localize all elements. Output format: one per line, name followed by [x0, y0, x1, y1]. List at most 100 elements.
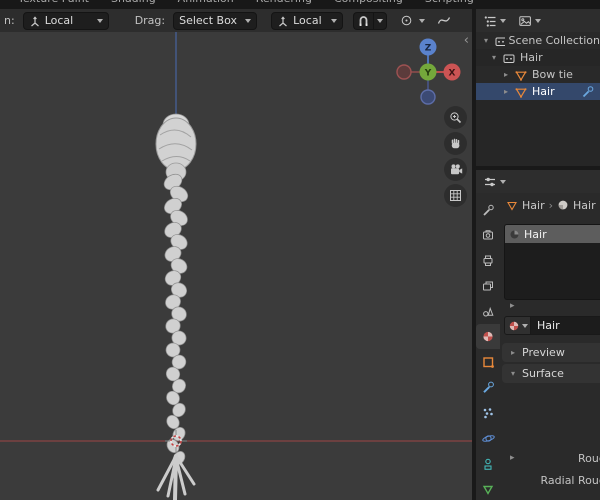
- svg-text:Z: Z: [425, 44, 432, 54]
- chevron-down-icon: [331, 18, 338, 23]
- proportional-options-dropdown[interactable]: [416, 12, 428, 30]
- tab-scene[interactable]: [476, 299, 500, 324]
- panel-header-surface[interactable]: ▾ Surface: [502, 364, 600, 383]
- outliner-row-hair-collection[interactable]: ▾ Hair: [476, 49, 600, 66]
- scene-icon: [483, 307, 494, 317]
- material-sphere-icon: [558, 200, 568, 210]
- disclosure-right-icon[interactable]: ▸: [502, 87, 510, 96]
- snap-options-dropdown[interactable]: [373, 11, 388, 30]
- falloff-dropdown[interactable]: [434, 12, 454, 30]
- outliner-item-label: Bow tie: [532, 68, 573, 81]
- panel-label: Surface: [522, 367, 564, 380]
- grid-icon: [450, 190, 461, 201]
- tab-material[interactable]: [476, 323, 500, 350]
- viewport-3d[interactable]: Z X Y ‹: [0, 32, 472, 500]
- material-sphere-icon: [510, 230, 519, 238]
- hair-braid-mesh[interactable]: [155, 113, 197, 500]
- tab-view-layer[interactable]: [476, 273, 500, 298]
- svg-text:X: X: [449, 69, 456, 79]
- properties-editor-type-dropdown[interactable]: [483, 175, 506, 189]
- chevron-down-icon: [521, 323, 528, 328]
- modifier-wrench-icon: [582, 86, 594, 98]
- workspace-tab-animation[interactable]: Animation: [178, 0, 234, 5]
- outliner-item-label: Scene Collection: [508, 34, 600, 47]
- breadcrumb-material[interactable]: Hair: [573, 199, 596, 212]
- gizmo-x-axis[interactable]: X: [443, 63, 461, 81]
- svg-text:Y: Y: [424, 69, 432, 79]
- object-icon: [483, 357, 494, 368]
- sidebar-toggle-icon[interactable]: ‹: [464, 34, 469, 47]
- property-row-radial-roughness[interactable]: Radial Roughness: [500, 472, 600, 490]
- properties-header: [476, 170, 600, 193]
- proportional-circle-icon: [401, 15, 412, 26]
- property-label: Roughness: [577, 452, 600, 465]
- gizmo-z-neg-axis[interactable]: [420, 89, 436, 105]
- properties-tab-rail: [476, 193, 500, 500]
- workspace-tab-compositing[interactable]: Compositing: [334, 0, 403, 5]
- disclosure-right-icon[interactable]: ▸: [502, 70, 510, 79]
- chevron-down-icon: [96, 18, 103, 23]
- select-mode-dropdown[interactable]: Select Box: [173, 11, 258, 30]
- toggle-grid-button[interactable]: [444, 184, 467, 207]
- orientation-axis-icon: [279, 15, 287, 26]
- workspace-tab-texture-paint[interactable]: Texture Paint: [18, 0, 89, 5]
- slot-list-disclosure-icon[interactable]: ▸: [510, 301, 515, 311]
- material-name-field[interactable]: Hair: [531, 316, 600, 335]
- tab-output[interactable]: [476, 248, 500, 273]
- pivot-orientation-dropdown[interactable]: Local: [271, 11, 344, 30]
- transform-orientation-dropdown[interactable]: Local: [22, 11, 109, 30]
- tab-constraints[interactable]: [476, 451, 500, 476]
- workspace-tab-shading[interactable]: Shading: [111, 0, 156, 5]
- workspace-tab-rendering[interactable]: Rendering: [256, 0, 312, 5]
- tab-physics[interactable]: [476, 426, 500, 451]
- outliner-row-bow-tie[interactable]: ▸ Bow tie: [476, 66, 600, 83]
- tab-tool[interactable]: [476, 197, 500, 222]
- collection-icon: [495, 37, 505, 46]
- disclosure-down-icon[interactable]: ▾: [482, 36, 490, 45]
- chevron-down-icon: [419, 18, 426, 23]
- breadcrumb-separator-icon: ›: [548, 198, 553, 212]
- panel-header-preview[interactable]: ▸ Preview: [502, 343, 600, 362]
- tab-object-data[interactable]: [476, 476, 500, 500]
- disclosure-down-icon: ▾: [510, 369, 515, 378]
- outliner-item-label: Hair: [532, 85, 555, 98]
- constraints-icon: [484, 458, 492, 470]
- outliner-row-scene-collection[interactable]: ▾ Scene Collection: [476, 32, 600, 49]
- properties-panel: Hair › Hair Hair ▸ Hair ▸ Preview ▾ Surf…: [476, 193, 600, 500]
- proportional-editing-toggle[interactable]: [397, 12, 416, 30]
- pan-hand-icon: [451, 138, 460, 149]
- tab-render[interactable]: [476, 222, 500, 247]
- zoom-button[interactable]: [444, 106, 467, 129]
- property-row-roughness[interactable]: ▸ Roughness: [500, 450, 600, 468]
- disclosure-down-icon[interactable]: ▾: [490, 53, 498, 62]
- tab-modifiers[interactable]: [476, 375, 500, 400]
- tab-object[interactable]: [476, 349, 500, 374]
- disclosure-right-icon[interactable]: ▸: [510, 453, 515, 463]
- snap-toggle-button[interactable]: [353, 11, 374, 30]
- gizmo-x-neg-axis[interactable]: [396, 64, 412, 80]
- modifier-icon: [483, 382, 494, 394]
- material-slot-row[interactable]: Hair: [505, 225, 600, 243]
- breadcrumb-object[interactable]: Hair: [522, 199, 545, 212]
- browse-material-button[interactable]: [504, 316, 531, 335]
- camera-view-button[interactable]: [444, 158, 467, 181]
- outliner-row-hair-object[interactable]: ▸ Hair: [476, 83, 600, 100]
- chevron-down-icon: [245, 18, 252, 23]
- outliner-display-mode-dropdown[interactable]: [483, 14, 506, 28]
- outliner-tree-icon: [484, 15, 496, 27]
- pan-button[interactable]: [444, 132, 467, 155]
- workspace-tabbar: Texture Paint Shading Animation Renderin…: [0, 0, 600, 9]
- gizmo-y-axis[interactable]: Y: [419, 63, 437, 81]
- material-slot-list[interactable]: Hair: [504, 224, 600, 300]
- gizmo-z-axis[interactable]: Z: [419, 38, 437, 56]
- mesh-object-icon: [515, 87, 527, 98]
- magnet-icon: [359, 16, 368, 26]
- workspace-tab-scripting[interactable]: Scripting: [425, 0, 474, 5]
- navigation-gizmo[interactable]: Z X Y: [394, 38, 462, 106]
- braid-tassel: [156, 454, 196, 500]
- tab-particles[interactable]: [476, 400, 500, 425]
- outliner-filter-dropdown[interactable]: [518, 14, 541, 28]
- falloff-curve-icon: [437, 17, 451, 24]
- material-slot-name: Hair: [524, 227, 547, 241]
- orientation-value: Local: [44, 14, 74, 27]
